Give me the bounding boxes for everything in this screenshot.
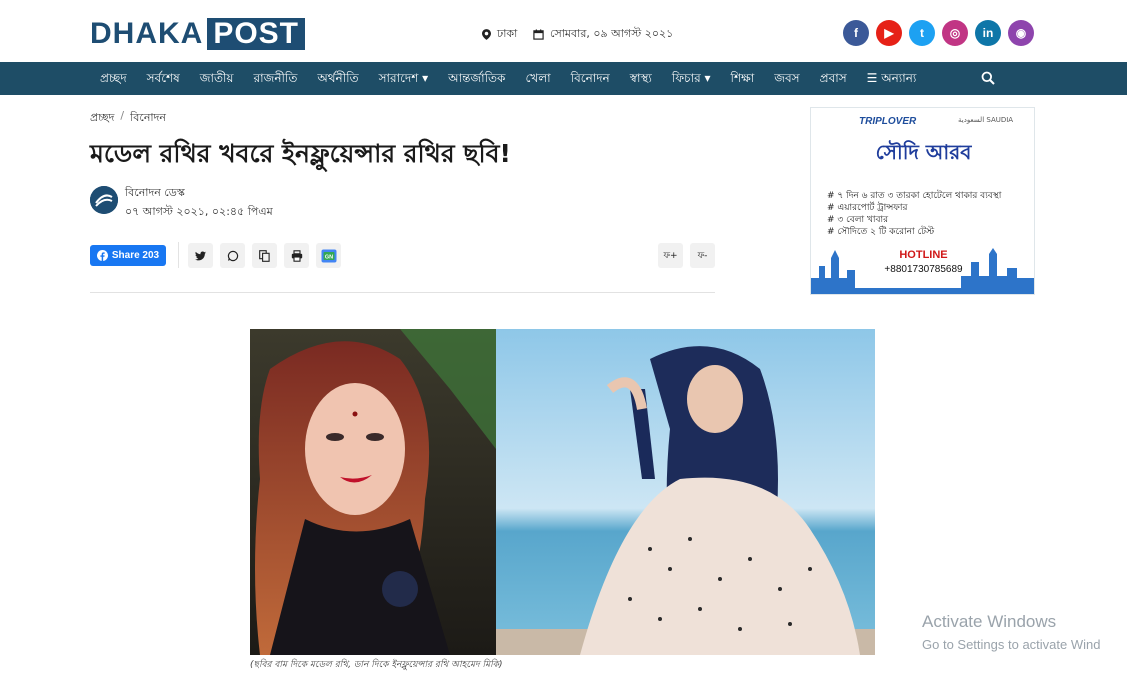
article-photo	[250, 329, 875, 655]
nav-item[interactable]: স্বাস্থ্য	[620, 62, 662, 95]
svg-text:GN: GN	[324, 254, 332, 260]
nav-item[interactable]: আন্তর্জাতিক	[438, 62, 515, 95]
printer-icon	[291, 249, 302, 262]
nav-item[interactable]: বিনোদন	[561, 62, 620, 95]
facebook-icon	[96, 250, 108, 261]
calendar-icon	[533, 29, 544, 40]
nav-item[interactable]: প্রবাস	[810, 62, 857, 95]
location: ঢাকা	[482, 25, 517, 44]
copy-icon	[259, 249, 270, 262]
ad-headline: সৌদি আরব	[875, 140, 972, 164]
ad-feature-line: # এয়ারপোর্ট ট্রান্সফার	[827, 203, 908, 213]
google-news-button[interactable]: GN	[316, 243, 341, 268]
author-name[interactable]: বিনোদন ডেস্ক	[125, 184, 185, 203]
site-logo[interactable]: DHAKA POST	[90, 17, 306, 50]
linkedin-icon[interactable]: in	[975, 20, 1001, 46]
breadcrumb: প্রচ্ছদ / বিনোদন	[90, 109, 166, 128]
nav-item[interactable]: প্রচ্ছদ	[90, 62, 137, 95]
nav-item[interactable]: রাজনীতি	[244, 62, 308, 95]
date-text: সোমবার, ০৯ আগস্ট ২০২১	[550, 27, 674, 40]
whatsapp-icon	[227, 250, 238, 261]
nav-item[interactable]: অর্থনীতি	[307, 62, 368, 95]
breadcrumb-category[interactable]: বিনোদন	[130, 109, 166, 128]
logo-text-right: POST	[207, 18, 306, 50]
twitter-icon	[195, 250, 206, 260]
published-time: ০৭ আগস্ট ২০২১, ০২:৪৫ পিএম	[125, 205, 273, 218]
breadcrumb-separator: /	[120, 109, 125, 122]
photo-caption: (ছবির বাম দিকে মডেল রথি, ডান দিকে ইনফ্লু…	[250, 660, 503, 670]
copy-link-button[interactable]	[252, 243, 277, 268]
ad-phone-number: +8801730785689	[884, 264, 963, 275]
windows-activation-hint: Go to Settings to activate Wind	[922, 637, 1101, 652]
author-avatar	[90, 186, 118, 214]
article-title: মডেল রথির খবরে ইনফ্লুয়েন্সার রথির ছবি!	[90, 139, 511, 168]
share-count-label: Share 203	[111, 250, 160, 261]
article-photo-graphic	[250, 329, 875, 655]
facebook-icon[interactable]: f	[843, 20, 869, 46]
share-divider	[178, 242, 179, 268]
print-button[interactable]	[284, 243, 309, 268]
dhakapost-mark-icon	[90, 186, 118, 214]
font-increase-button[interactable]: ফ+	[658, 243, 683, 268]
share-row-divider	[90, 292, 715, 293]
nav-item[interactable]: ফিচার ▾	[662, 62, 721, 95]
nav-item[interactable]: জবস	[764, 62, 809, 95]
nav-item[interactable]: খেলা	[515, 62, 560, 95]
top-header: DHAKA POST ঢাকা সোমবার, ০৯ আগস্ট ২০২১ f ▶…	[0, 0, 1127, 62]
map-pin-icon	[482, 29, 491, 40]
nav-item[interactable]: জাতীয়	[190, 62, 244, 95]
twitter-icon[interactable]: t	[909, 20, 935, 46]
youtube-icon[interactable]: ▶	[876, 20, 902, 46]
logo-text-left: DHAKA	[90, 17, 204, 50]
nav-items: প্রচ্ছদ সর্বশেষ জাতীয় রাজনীতি অর্থনীতি সারাদ…	[90, 62, 926, 95]
ad-partner: السعودية SAUDIA	[958, 116, 1014, 124]
nav-item[interactable]: শিক্ষা	[721, 62, 765, 95]
search-icon[interactable]	[981, 71, 995, 85]
ad-feature-line: # ৭ দিন ৬ রাত ৩ তারকা হোটেলে থাকার ব্যবস…	[827, 191, 1002, 201]
main-nav: প্রচ্ছদ সর্বশেষ জাতীয় রাজনীতি অর্থনীতি সারাদ…	[0, 62, 1127, 95]
facebook-share-button[interactable]: Share 203	[90, 245, 166, 266]
font-decrease-button[interactable]: ফ-	[690, 243, 715, 268]
nav-item[interactable]: সারাদেশ ▾	[369, 62, 439, 95]
ad-feature-line: # ৩ বেলা খাবার	[827, 215, 889, 225]
social-links: f ▶ t ◎ in ◉	[843, 20, 1034, 46]
ad-brand: TRIPLOVER	[859, 116, 917, 127]
instagram-icon[interactable]: ◎	[942, 20, 968, 46]
nav-item[interactable]: সর্বশেষ	[137, 62, 190, 95]
podcast-icon[interactable]: ◉	[1008, 20, 1034, 46]
location-text: ঢাকা	[497, 27, 518, 40]
ad-features: # ৭ দিন ৬ রাত ৩ তারকা হোটেলে থাকার ব্যবস…	[827, 190, 1001, 238]
windows-activation-title: Activate Windows	[922, 612, 1057, 631]
current-date: সোমবার, ০৯ আগস্ট ২০২১	[533, 25, 673, 44]
ad-hotline-label: HOTLINE	[899, 249, 948, 261]
whatsapp-share-button[interactable]	[220, 243, 245, 268]
nav-item[interactable]: ☰ অন্যান্য	[857, 62, 927, 95]
breadcrumb-home[interactable]: প্রচ্ছদ	[90, 109, 114, 128]
twitter-share-button[interactable]	[188, 243, 213, 268]
ad-feature-line: # সৌদিতে ২ টি করোনা টেস্ট	[827, 227, 935, 237]
advertisement-banner[interactable]: TRIPLOVER السعودية SAUDIA সৌদি আরব # ৭ দ…	[810, 107, 1035, 295]
google-news-icon: GN	[321, 249, 336, 262]
